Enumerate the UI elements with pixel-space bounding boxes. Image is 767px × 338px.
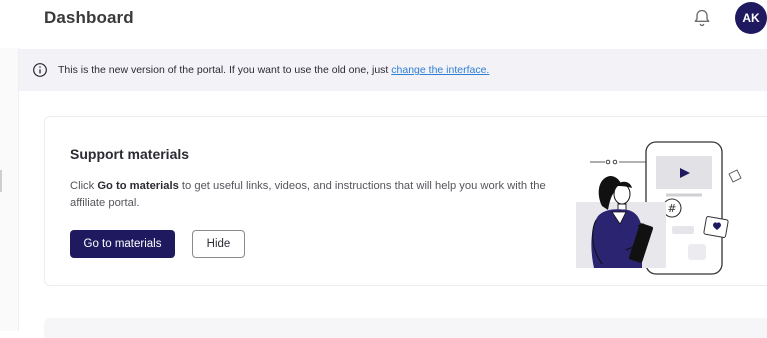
avatar[interactable]: AK [735, 2, 767, 34]
hide-button[interactable]: Hide [192, 230, 245, 258]
rail-marker [0, 170, 2, 192]
hashtag-label: # [667, 202, 676, 215]
top-bar: Dashboard AK [0, 0, 767, 48]
notice-message: This is the new version of the portal. I… [58, 64, 392, 76]
card-description: Click Go to materials to get useful link… [70, 178, 560, 213]
left-rail [0, 48, 19, 331]
go-to-materials-button[interactable]: Go to materials [70, 230, 175, 258]
page-title: Dashboard [44, 8, 134, 27]
desc-prefix: Click [70, 180, 98, 192]
person-with-tablet-illustration: # [576, 141, 742, 275]
change-interface-link[interactable]: change the interface. [391, 64, 489, 76]
desc-bold: Go to materials [97, 180, 179, 192]
notice-text: This is the new version of the portal. I… [58, 64, 489, 76]
card-title: Support materials [70, 146, 190, 162]
notice-banner: This is the new version of the portal. I… [19, 49, 767, 91]
next-card [44, 318, 767, 338]
info-icon [33, 63, 47, 77]
bell-icon[interactable] [692, 8, 712, 28]
